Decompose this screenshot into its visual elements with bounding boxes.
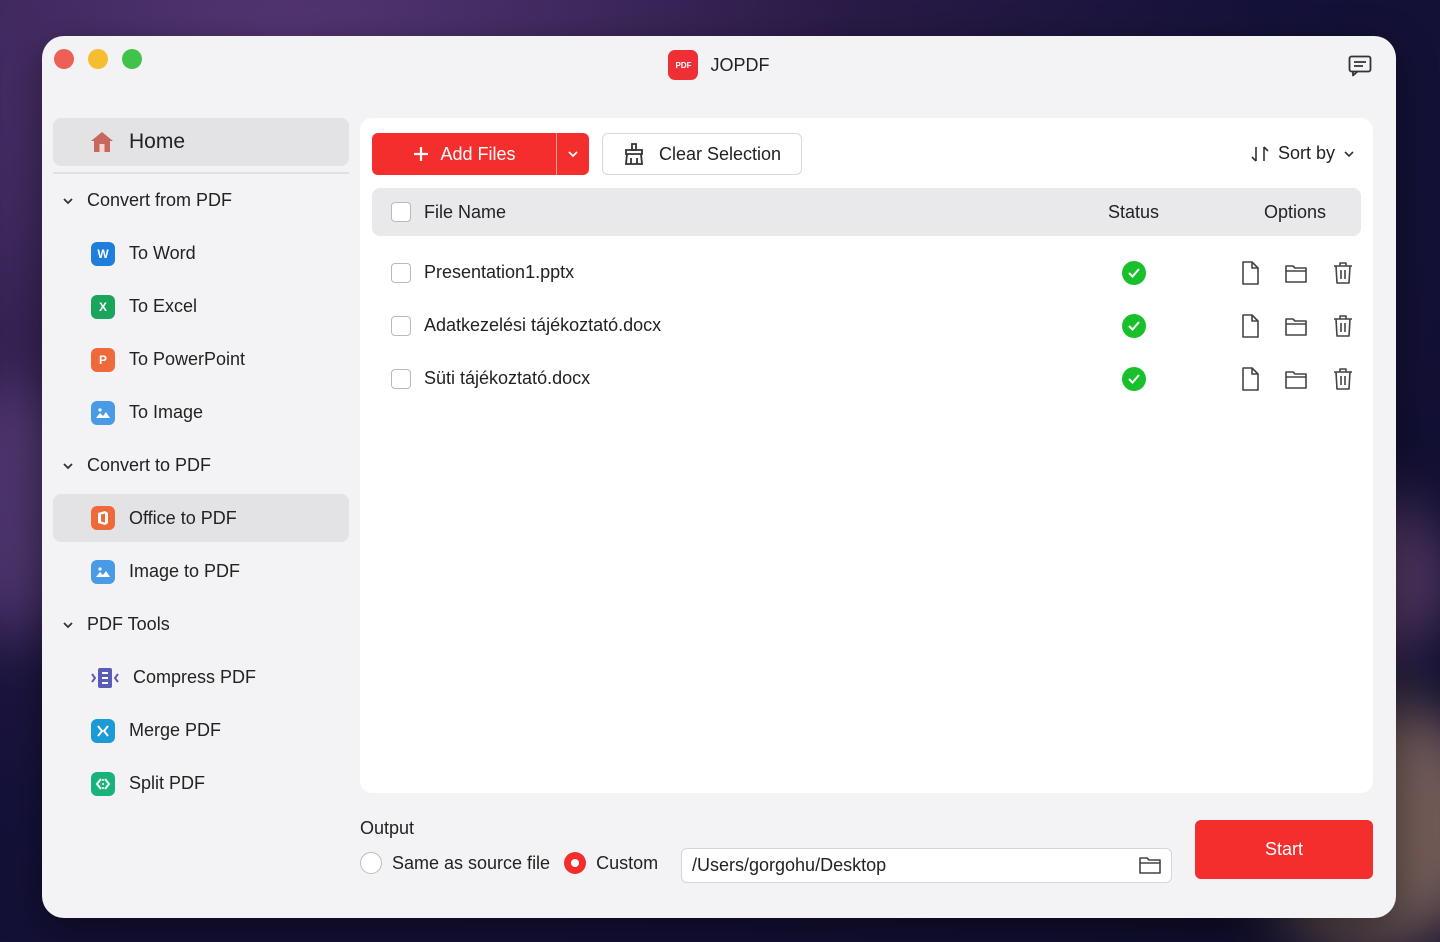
app-title: JOPDF bbox=[710, 54, 770, 75]
merge-icon bbox=[91, 718, 118, 746]
sidebar-item-to-excel[interactable]: X To Excel bbox=[53, 280, 349, 333]
sidebar-item-compress-pdf[interactable]: Compress PDF bbox=[53, 651, 349, 704]
browse-folder-icon[interactable] bbox=[1139, 855, 1161, 875]
column-header-options: Options bbox=[1264, 201, 1327, 222]
powerpoint-icon: P bbox=[91, 347, 118, 375]
chevron-down-icon bbox=[63, 197, 73, 204]
sidebar-item-home[interactable]: Home bbox=[53, 118, 349, 166]
row-checkbox[interactable] bbox=[391, 263, 411, 283]
plus-icon bbox=[414, 147, 429, 161]
row-checkbox[interactable] bbox=[391, 316, 411, 336]
table-row: Süti tájékoztató.docx bbox=[372, 353, 1361, 406]
sidebar-group-pdf-tools[interactable]: PDF Tools bbox=[53, 598, 349, 651]
file-name: Presentation1.pptx bbox=[424, 262, 575, 282]
sidebar-item-office-to-pdf[interactable]: Office to PDF bbox=[53, 494, 349, 542]
sidebar-group-label: Convert from PDF bbox=[87, 190, 233, 210]
same-as-source-radio[interactable] bbox=[360, 852, 382, 874]
open-folder-icon[interactable] bbox=[1284, 260, 1308, 286]
table-row: Adatkezelési tájékoztató.docx bbox=[372, 300, 1361, 353]
toolbar: Add Files Clear Selection Sort by bbox=[372, 133, 1361, 175]
feedback-icon[interactable] bbox=[1348, 55, 1372, 77]
column-header-status: Status bbox=[1108, 201, 1160, 222]
same-as-source-label[interactable]: Same as source file bbox=[392, 853, 550, 874]
image-icon bbox=[91, 400, 118, 428]
file-name: Adatkezelési tájékoztató.docx bbox=[424, 315, 662, 335]
app-window: PDF JOPDF Home Convert from PDF W To Wor… bbox=[42, 36, 1396, 918]
sidebar-item-label: Merge PDF bbox=[129, 720, 222, 740]
sidebar-item-label: To Word bbox=[129, 243, 196, 263]
chevron-down-icon bbox=[63, 462, 73, 469]
sidebar: Home Convert from PDF W To Word X To Exc… bbox=[53, 118, 349, 810]
column-header-file-name: File Name bbox=[424, 201, 507, 222]
sidebar-item-to-word[interactable]: W To Word bbox=[53, 227, 349, 280]
sidebar-item-image-to-pdf[interactable]: Image to PDF bbox=[53, 545, 349, 598]
sidebar-item-to-image[interactable]: To Image bbox=[53, 386, 349, 439]
sort-by-label: Sort by bbox=[1277, 143, 1335, 163]
output-label: Output bbox=[360, 818, 415, 838]
open-file-icon[interactable] bbox=[1238, 260, 1262, 286]
split-icon bbox=[91, 771, 118, 799]
sort-by-button[interactable]: Sort by bbox=[1250, 143, 1355, 164]
sidebar-group-label: PDF Tools bbox=[87, 614, 170, 634]
delete-icon[interactable] bbox=[1331, 260, 1355, 286]
app-logo-icon: PDF bbox=[668, 50, 699, 80]
sidebar-group-label: Convert to PDF bbox=[87, 455, 212, 475]
chevron-down-icon bbox=[568, 151, 578, 158]
sidebar-item-label: Office to PDF bbox=[129, 507, 237, 528]
sidebar-item-label: Compress PDF bbox=[133, 667, 257, 687]
sidebar-item-label: To Image bbox=[129, 402, 204, 422]
sidebar-item-merge-pdf[interactable]: Merge PDF bbox=[53, 704, 349, 757]
open-folder-icon[interactable] bbox=[1284, 313, 1308, 339]
add-files-button-group: Add Files bbox=[372, 133, 589, 175]
image-icon bbox=[91, 559, 118, 587]
file-name: Süti tájékoztató.docx bbox=[424, 368, 591, 388]
status-success-icon bbox=[1122, 314, 1146, 338]
sidebar-item-to-powerpoint[interactable]: P To PowerPoint bbox=[53, 333, 349, 386]
add-files-button[interactable]: Add Files bbox=[372, 133, 557, 175]
sidebar-group-convert-to-pdf[interactable]: Convert to PDF bbox=[53, 439, 349, 492]
status-success-icon bbox=[1122, 261, 1146, 285]
open-file-icon[interactable] bbox=[1238, 366, 1262, 392]
excel-icon: X bbox=[91, 294, 118, 322]
delete-icon[interactable] bbox=[1331, 313, 1355, 339]
output-options: Same as source file Custom bbox=[360, 852, 658, 874]
word-icon: W bbox=[91, 241, 118, 269]
custom-radio[interactable] bbox=[564, 852, 587, 874]
broom-icon bbox=[624, 143, 643, 165]
table-row: Presentation1.pptx bbox=[372, 247, 1361, 300]
open-folder-icon[interactable] bbox=[1284, 366, 1308, 392]
select-all-checkbox[interactable] bbox=[391, 202, 411, 222]
sidebar-item-label: Split PDF bbox=[129, 773, 206, 793]
chevron-down-icon bbox=[63, 621, 73, 628]
office-icon bbox=[91, 506, 118, 533]
sort-icon bbox=[1251, 145, 1269, 162]
file-list-panel: Add Files Clear Selection Sort by File N… bbox=[360, 118, 1373, 793]
home-icon bbox=[91, 132, 113, 152]
open-file-icon[interactable] bbox=[1238, 313, 1262, 339]
sidebar-item-label: Image to PDF bbox=[129, 561, 241, 581]
output-path-field[interactable]: /Users/gorgohu/Desktop bbox=[681, 848, 1172, 883]
window-title: PDF JOPDF bbox=[42, 50, 1396, 80]
row-checkbox[interactable] bbox=[391, 369, 411, 389]
add-files-dropdown-button[interactable] bbox=[557, 133, 589, 175]
sidebar-item-label: Home bbox=[129, 130, 186, 153]
chevron-down-icon bbox=[1344, 150, 1354, 157]
custom-label[interactable]: Custom bbox=[596, 853, 658, 874]
start-button[interactable]: Start bbox=[1195, 820, 1373, 879]
add-files-label: Add Files bbox=[440, 143, 516, 164]
sidebar-item-label: To PowerPoint bbox=[129, 349, 246, 369]
table-header: File Name Status Options bbox=[372, 188, 1361, 236]
sidebar-group-convert-from-pdf[interactable]: Convert from PDF bbox=[53, 174, 349, 227]
clear-selection-button[interactable]: Clear Selection bbox=[602, 133, 802, 175]
status-success-icon bbox=[1122, 367, 1146, 391]
sidebar-item-split-pdf[interactable]: Split PDF bbox=[53, 757, 349, 810]
sidebar-item-label: To Excel bbox=[129, 296, 198, 316]
clear-selection-label: Clear Selection bbox=[658, 143, 782, 164]
compress-icon bbox=[91, 667, 119, 688]
output-path-value: /Users/gorgohu/Desktop bbox=[692, 855, 887, 875]
delete-icon[interactable] bbox=[1331, 366, 1355, 392]
